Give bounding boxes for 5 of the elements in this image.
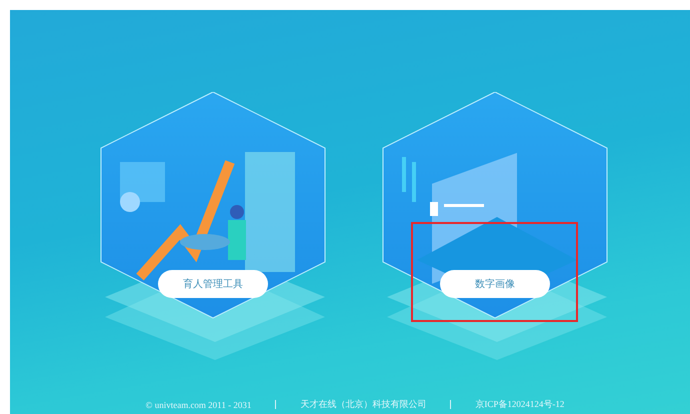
- card-button[interactable]: 数字画像: [440, 270, 550, 298]
- footer-text: © univteam.com 2011 - 2031: [146, 400, 252, 410]
- footer-text: 天才在线（北京）科技有限公司: [300, 398, 426, 411]
- card-button[interactable]: 育人管理工具: [158, 270, 268, 298]
- footer-text: 京ICP备12024124号-12: [475, 398, 564, 411]
